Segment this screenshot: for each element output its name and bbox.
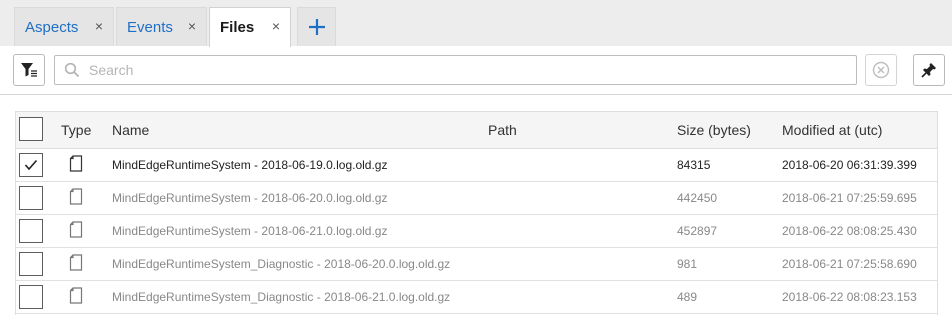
file-name: MindEdgeRuntimeSystem_Diagnostic - 2018-… <box>112 290 451 304</box>
file-name: MindEdgeRuntimeSystem - 2018-06-19.0.log… <box>112 158 388 172</box>
tab-files[interactable]: Files × <box>209 7 291 47</box>
close-icon[interactable]: × <box>95 18 103 34</box>
file-name: MindEdgeRuntimeSystem - 2018-06-21.0.log… <box>112 224 388 238</box>
file-size: 442450 <box>677 191 718 205</box>
column-header-modified[interactable]: Modified at (utc) <box>782 122 882 138</box>
file-icon <box>69 221 83 238</box>
file-size: 489 <box>677 290 698 304</box>
select-all-checkbox[interactable] <box>19 117 43 141</box>
files-table: Type Name Path Size (bytes) Modified at … <box>15 111 938 315</box>
file-modified: 2018-06-20 06:31:39.399 <box>782 158 917 172</box>
tab-label: Aspects <box>25 18 79 36</box>
tab-events[interactable]: Events × <box>116 7 207 46</box>
tab-label: Files <box>220 19 255 36</box>
table-row[interactable]: MindEdgeRuntimeSystem - 2018-06-19.0.log… <box>16 149 937 182</box>
file-size: 452897 <box>677 224 718 238</box>
file-icon <box>69 155 83 172</box>
file-icon <box>69 188 83 205</box>
close-icon[interactable]: × <box>188 18 196 34</box>
file-icon <box>69 254 83 271</box>
file-modified: 2018-06-22 08:08:23.153 <box>782 290 917 304</box>
filter-button[interactable] <box>13 54 45 86</box>
pin-icon <box>921 63 936 78</box>
table-row[interactable]: MindEdgeRuntimeSystem - 2018-06-20.0.log… <box>16 182 937 215</box>
search-input[interactable] <box>87 59 847 81</box>
filter-list-icon <box>21 63 37 77</box>
row-checkbox[interactable] <box>19 186 43 210</box>
row-checkbox[interactable] <box>19 252 43 276</box>
row-checkbox[interactable] <box>19 285 43 309</box>
toolbar-divider <box>0 94 952 95</box>
checkmark-icon <box>24 159 38 171</box>
tab-aspects[interactable]: Aspects × <box>14 7 114 46</box>
file-modified: 2018-06-21 07:25:59.695 <box>782 191 917 205</box>
clear-search-button[interactable] <box>865 54 897 86</box>
file-size: 981 <box>677 257 698 271</box>
tab-label: Events <box>127 18 173 36</box>
row-checkbox[interactable] <box>19 219 43 243</box>
add-tab-button[interactable] <box>297 7 336 46</box>
file-name: MindEdgeRuntimeSystem_Diagnostic - 2018-… <box>112 257 451 271</box>
file-icon <box>69 287 83 304</box>
column-header-name[interactable]: Name <box>112 122 149 138</box>
search-icon <box>64 62 80 78</box>
file-size: 84315 <box>677 158 711 172</box>
pin-button[interactable] <box>913 54 945 86</box>
table-row[interactable]: MindEdgeRuntimeSystem_Diagnostic - 2018-… <box>16 281 937 314</box>
table-row[interactable]: MindEdgeRuntimeSystem - 2018-06-21.0.log… <box>16 215 937 248</box>
table-row[interactable]: MindEdgeRuntimeSystem_Diagnostic - 2018-… <box>16 248 937 281</box>
row-checkbox[interactable] <box>19 153 43 177</box>
file-modified: 2018-06-22 08:08:25.430 <box>782 224 917 238</box>
file-name: MindEdgeRuntimeSystem - 2018-06-20.0.log… <box>112 191 388 205</box>
search-box <box>54 55 857 85</box>
column-header-type[interactable]: Type <box>61 122 91 138</box>
plus-icon <box>308 19 325 35</box>
clear-circle-icon <box>872 61 890 79</box>
file-modified: 2018-06-21 07:25:58.690 <box>782 257 917 271</box>
tab-bar: Aspects × Events × Files × <box>0 0 952 47</box>
table-header: Type Name Path Size (bytes) Modified at … <box>16 112 937 149</box>
column-header-size[interactable]: Size (bytes) <box>677 122 751 138</box>
column-header-path[interactable]: Path <box>488 122 517 138</box>
close-icon[interactable]: × <box>272 18 280 34</box>
